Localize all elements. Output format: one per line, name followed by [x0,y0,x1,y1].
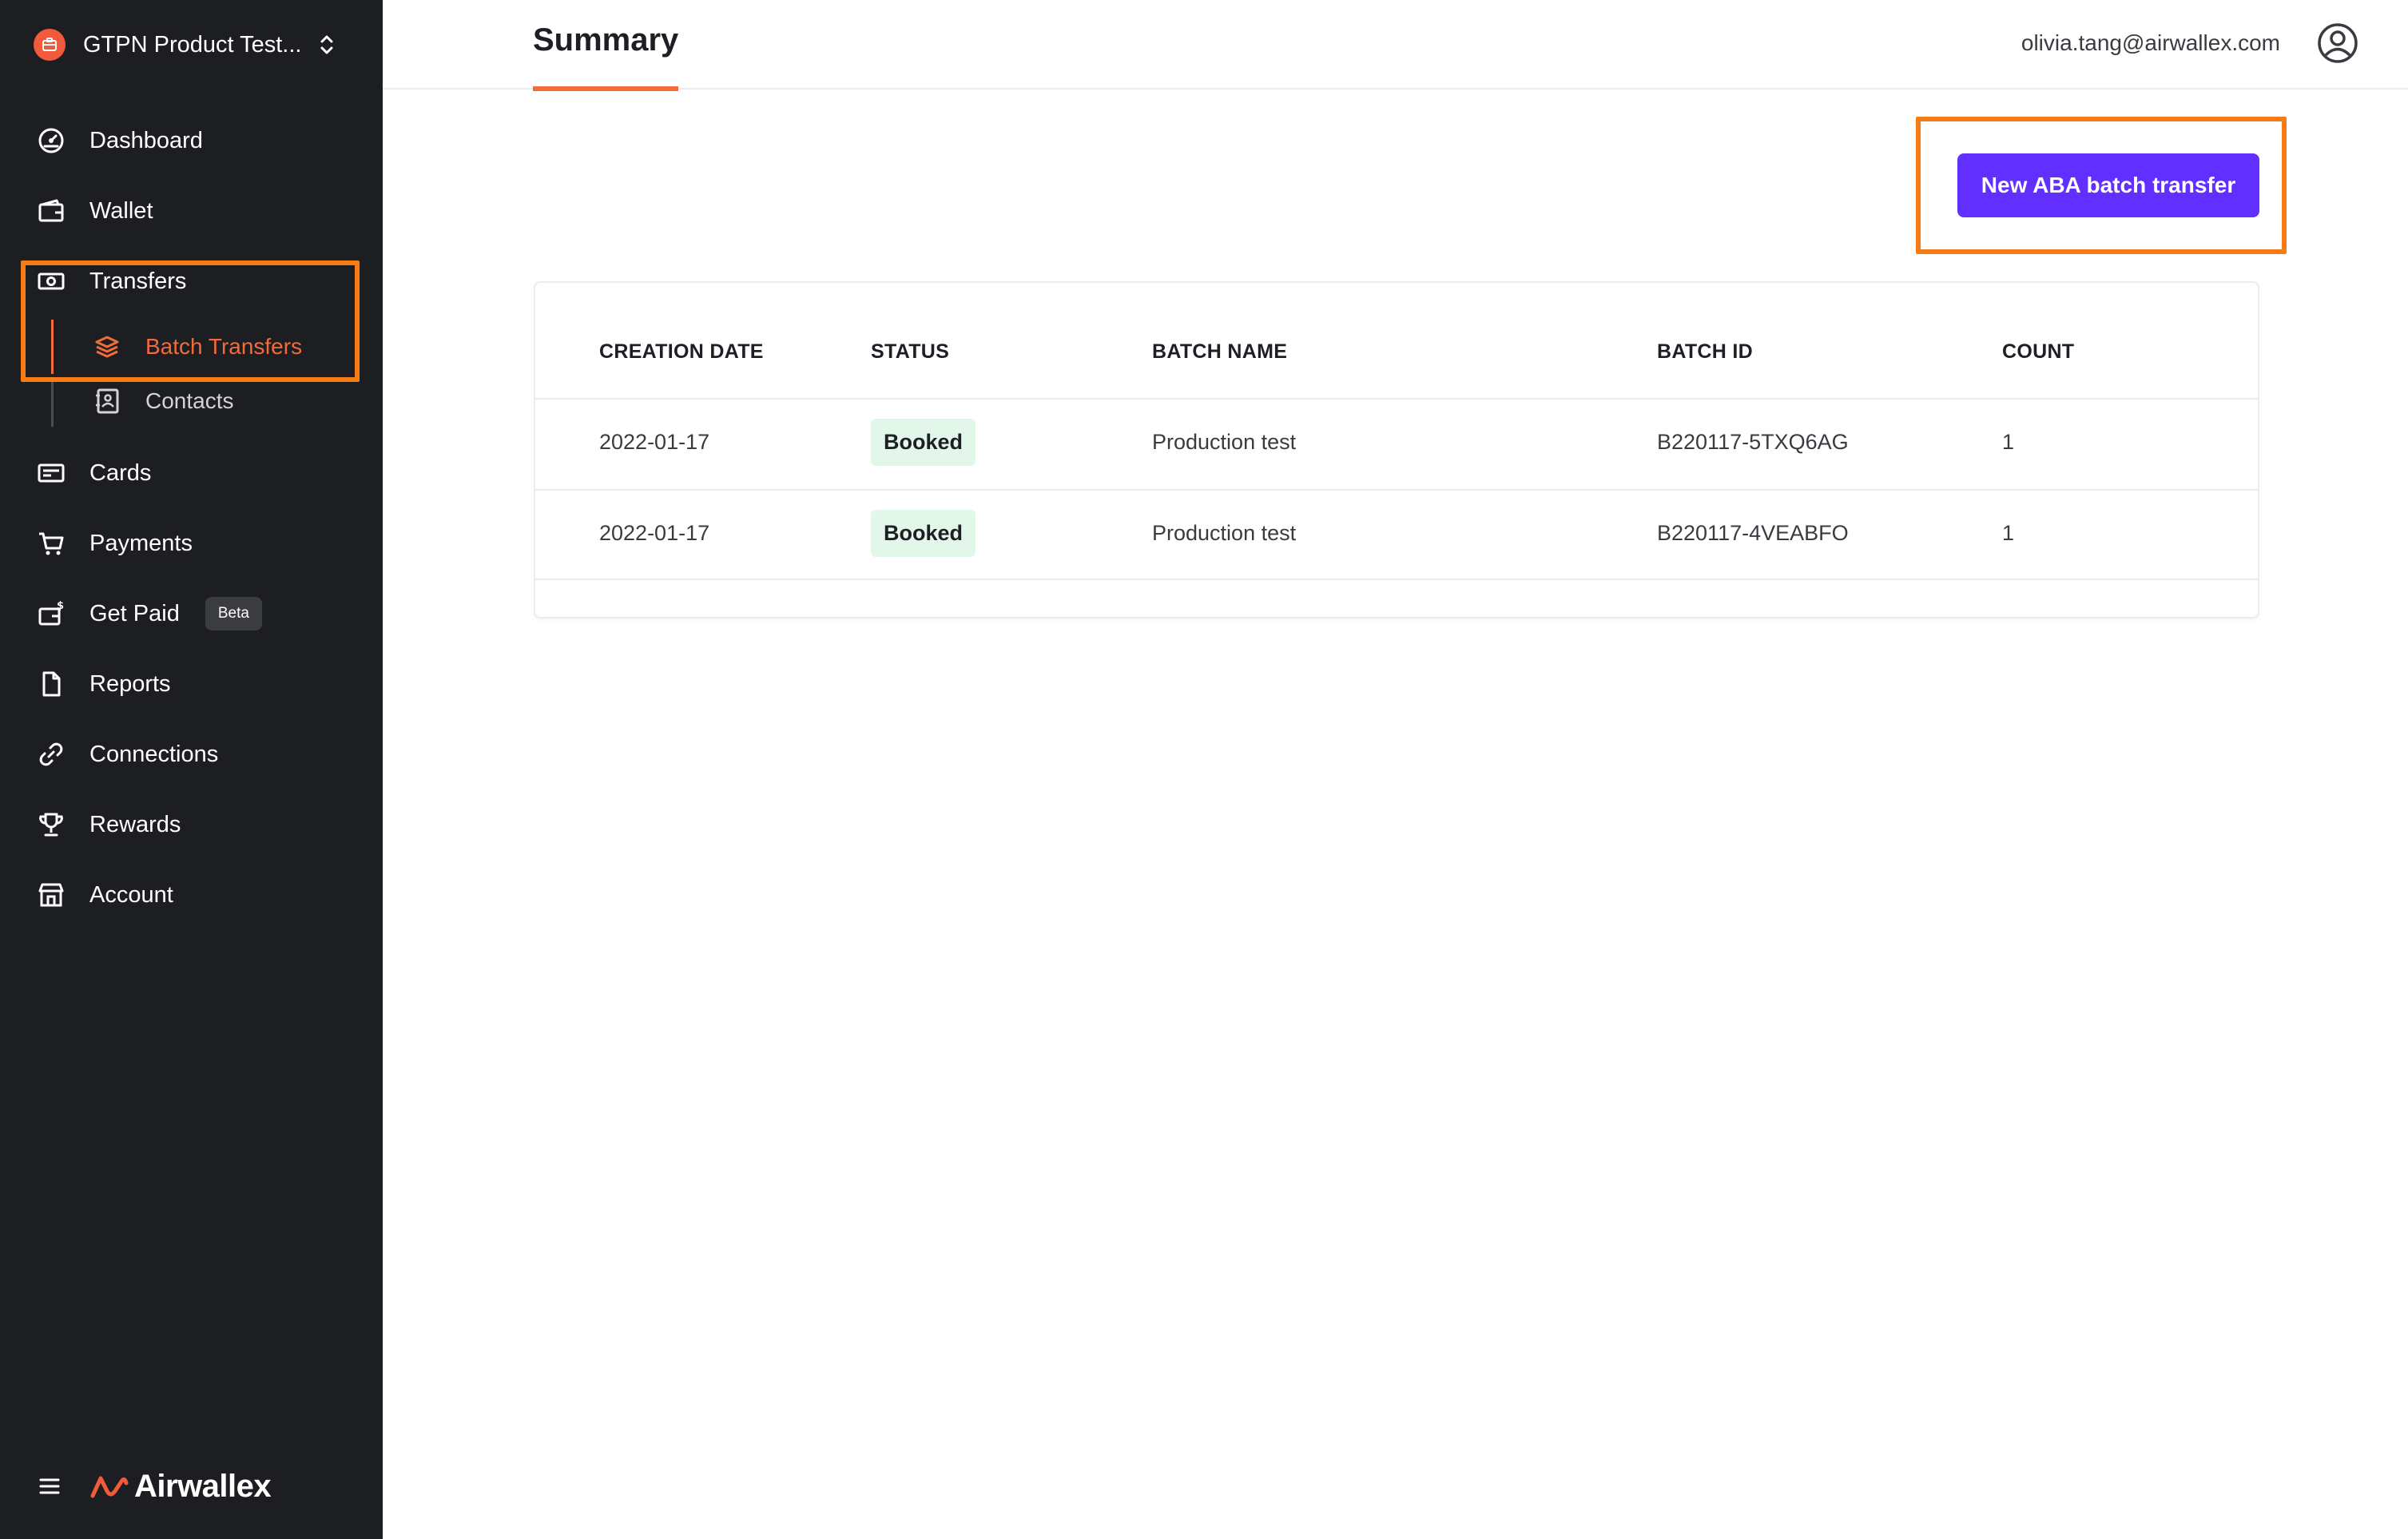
user-avatar-icon[interactable] [2317,22,2358,64]
dashboard-gauge-icon [34,123,69,158]
chevron-up-down-icon [319,33,335,57]
tab-summary[interactable]: Summary [533,22,679,91]
nav-item-rewards[interactable]: Rewards [34,801,345,849]
nav-label-account: Account [89,881,173,908]
tab-active-underline [533,86,679,91]
nav-item-contacts[interactable]: Contacts [89,379,345,424]
cell-count: 1 [2002,430,2015,454]
nav-item-batch-transfers[interactable]: Batch Transfers [89,324,345,369]
storefront-icon [34,877,69,913]
subnav-line [51,380,54,427]
wallet-dollar-icon: $ [34,596,69,631]
cell-batch-id: B220117-4VEABFO [1657,521,1849,545]
brand-name: Airwallex [134,1468,272,1504]
nav-item-transfers[interactable]: Transfers [34,257,345,305]
nav-item-cards[interactable]: Cards [34,449,345,497]
beta-badge: Beta [205,597,262,630]
cell-creation-date: 2022-01-17 [599,430,710,454]
table-divider [535,398,2258,400]
table-divider [535,489,2258,491]
nav-label-connections: Connections [89,741,219,767]
briefcase-icon [34,29,66,61]
nav-item-payments[interactable]: Payments [34,519,345,567]
top-header: Summary olivia.tang@airwallex.com [383,0,2408,91]
cell-batch-id: B220117-5TXQ6AG [1657,430,1849,454]
nav-item-dashboard[interactable]: Dashboard [34,117,345,165]
cell-creation-date: 2022-01-17 [599,521,710,545]
column-header-batch-name[interactable]: BATCH NAME [1152,340,1287,364]
layers-icon [89,329,125,364]
cell-batch-name: Production test [1152,521,1297,545]
nav-item-connections[interactable]: Connections [34,730,345,778]
nav-label-payments: Payments [89,530,193,556]
document-icon [34,666,69,702]
nav-label-transfers: Transfers [89,268,187,294]
trophy-icon [34,807,69,842]
column-header-status[interactable]: STATUS [871,340,949,364]
org-switcher[interactable]: GTPN Product Test... [34,27,345,62]
banknote-icon [34,264,69,299]
new-aba-batch-transfer-button[interactable]: New ABA batch transfer [1957,153,2259,217]
svg-text:$: $ [57,600,64,612]
nav-item-wallet[interactable]: Wallet [34,187,345,235]
nav-label-dashboard: Dashboard [89,127,203,153]
nav-label-wallet: Wallet [89,197,153,224]
table-divider [535,579,2258,580]
nav-label-reports: Reports [89,670,171,697]
nav-label-rewards: Rewards [89,811,181,837]
user-email: olivia.tang@airwallex.com [2021,30,2280,55]
nav-item-get-paid[interactable]: $ Get Paid Beta [34,590,345,638]
nav-label-get-paid: Get Paid [89,600,180,626]
cell-count: 1 [2002,521,2015,545]
column-header-count[interactable]: COUNT [2002,340,2074,364]
status-badge: Booked [871,419,976,466]
org-name: GTPN Product Test... [83,31,302,58]
credit-card-icon [34,455,69,491]
subnav-active-indicator [51,320,54,374]
shopping-cart-icon [34,526,69,561]
tab-summary-label: Summary [533,22,679,58]
nav-label-cards: Cards [89,459,152,486]
link-icon [34,737,69,772]
sidebar: GTPN Product Test... Dashboard Wallet Tr… [0,0,383,1539]
nav-label-batch-transfers: Batch Transfers [145,334,303,359]
wallet-icon [34,193,69,229]
app-root: GTPN Product Test... Dashboard Wallet Tr… [0,0,2408,1539]
contact-book-icon [89,384,125,419]
status-badge: Booked [871,510,976,557]
sidebar-footer: Airwallex [34,1462,353,1510]
nav-label-contacts: Contacts [145,388,234,413]
nav-item-reports[interactable]: Reports [34,660,345,708]
batch-transfers-table: CREATION DATE STATUS BATCH NAME BATCH ID… [534,281,2259,618]
airwallex-logo: Airwallex [89,1468,272,1505]
hamburger-menu-icon[interactable] [34,1470,66,1502]
column-header-batch-id[interactable]: BATCH ID [1657,340,1753,364]
nav-item-account[interactable]: Account [34,871,345,919]
cell-batch-name: Production test [1152,430,1297,454]
column-header-creation-date[interactable]: CREATION DATE [599,340,764,364]
